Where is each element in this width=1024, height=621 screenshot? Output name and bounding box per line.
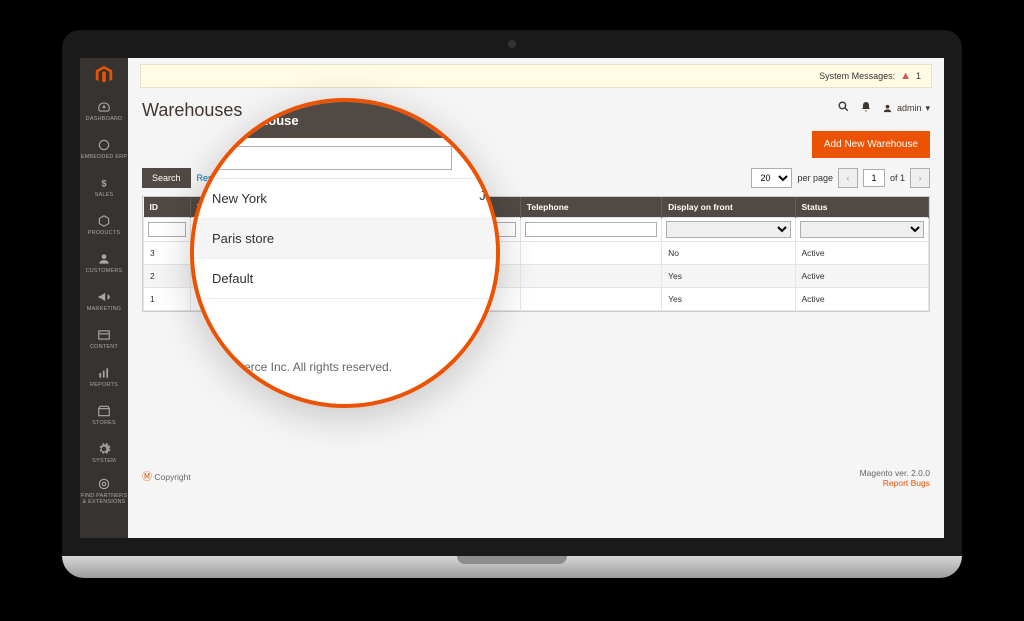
col-telephone[interactable]: Telephone <box>520 197 661 218</box>
per-page-label: per page <box>797 173 833 183</box>
filter-id-input[interactable] <box>148 222 186 237</box>
page-footer: Ⓜ Copyright Magento ver. 2.0.0 Report Bu… <box>128 460 944 538</box>
tachometer-icon <box>97 100 111 114</box>
system-messages-count: 1 <box>916 71 921 81</box>
puzzle-icon <box>97 477 111 491</box>
magnifier-footer-text: merce Inc. All rights reserved. <box>194 299 496 404</box>
system-messages-label: System Messages: <box>819 71 895 81</box>
bullhorn-icon <box>97 290 111 304</box>
add-new-warehouse-button[interactable]: Add New Warehouse <box>812 131 930 158</box>
screen: DASHBOARD EMBEDDED ERP $SALES PRODUCTS C… <box>80 58 944 538</box>
sidebar-item-partners[interactable]: FIND PARTNERS & EXTENSIONS <box>80 472 128 510</box>
magento-logo-icon[interactable] <box>93 64 115 86</box>
filter-telephone-input[interactable] <box>525 222 657 237</box>
search-button[interactable]: Search <box>142 168 191 188</box>
admin-username: admin <box>897 103 922 113</box>
stores-icon <box>97 404 111 418</box>
version-value: ver. 2.0.0 <box>895 468 930 478</box>
report-bugs-link[interactable]: Report Bugs <box>883 478 930 488</box>
sidebar-item-marketing[interactable]: MARKETING <box>80 282 128 320</box>
sidebar-item-products[interactable]: PRODUCTS <box>80 206 128 244</box>
magnifier-column-label: Warehouse <box>229 113 299 128</box>
magnifier-row: New York <box>194 179 496 219</box>
magnifier-callout: ↑ Warehouse New York Paris store Default… <box>190 98 500 408</box>
filter-status-select[interactable] <box>800 221 924 238</box>
sidebar-item-system[interactable]: SYSTEM <box>80 434 128 472</box>
search-icon[interactable] <box>837 100 850 116</box>
user-icon <box>882 103 893 114</box>
svg-text:$: $ <box>101 178 107 188</box>
page-number-input[interactable] <box>863 169 885 187</box>
layout-icon <box>97 328 111 342</box>
sidebar-item-sales[interactable]: $SALES <box>80 168 128 206</box>
col-display[interactable]: Display on front <box>662 197 795 218</box>
page-of-label: of 1 <box>890 173 905 183</box>
laptop-base <box>62 556 962 578</box>
prev-page-button[interactable]: ‹ <box>838 168 858 188</box>
sidebar-item-reports[interactable]: REPORTS <box>80 358 128 396</box>
magnifier-row: Paris store <box>194 219 496 259</box>
system-messages-bar[interactable]: System Messages: ▲ 1 <box>140 64 932 88</box>
admin-sidebar: DASHBOARD EMBEDDED ERP $SALES PRODUCTS C… <box>80 58 128 538</box>
col-id[interactable]: ID <box>144 197 191 218</box>
chevron-down-icon: ▾ <box>925 103 930 114</box>
per-page-select[interactable]: 20 <box>751 168 792 188</box>
admin-account-dropdown[interactable]: admin ▾ <box>882 103 930 114</box>
sidebar-item-stores[interactable]: STORES <box>80 396 128 434</box>
laptop-frame: DASHBOARD EMBEDDED ERP $SALES PRODUCTS C… <box>62 30 962 596</box>
magnifier-row: Default <box>194 259 496 299</box>
circle-icon <box>97 138 111 152</box>
version-label: Magento <box>860 468 893 478</box>
copyright-text: Copyright <box>154 472 190 482</box>
camera-icon <box>508 40 516 48</box>
cube-icon <box>97 214 111 228</box>
warning-icon: ▲ <box>900 70 911 82</box>
screen-bezel: DASHBOARD EMBEDDED ERP $SALES PRODUCTS C… <box>62 30 962 556</box>
sidebar-item-embedded-erp[interactable]: EMBEDDED ERP <box>80 130 128 168</box>
sidebar-item-content[interactable]: CONTENT <box>80 320 128 358</box>
gear-icon <box>97 442 111 456</box>
sort-arrow-icon: ↑ <box>212 112 219 128</box>
chart-icon <box>97 366 111 380</box>
user-icon <box>97 252 111 266</box>
next-page-button[interactable]: › <box>910 168 930 188</box>
dollar-icon: $ <box>97 176 111 190</box>
magnifier-header: ↑ Warehouse <box>194 102 496 138</box>
filter-display-select[interactable] <box>666 221 790 238</box>
sidebar-item-customers[interactable]: CUSTOMERS <box>80 244 128 282</box>
sidebar-item-dashboard[interactable]: DASHBOARD <box>80 92 128 130</box>
col-status[interactable]: Status <box>795 197 928 218</box>
magento-small-logo-icon: Ⓜ <box>142 472 152 483</box>
notifications-icon[interactable] <box>860 101 872 116</box>
magnifier-filter-input[interactable] <box>212 146 452 170</box>
